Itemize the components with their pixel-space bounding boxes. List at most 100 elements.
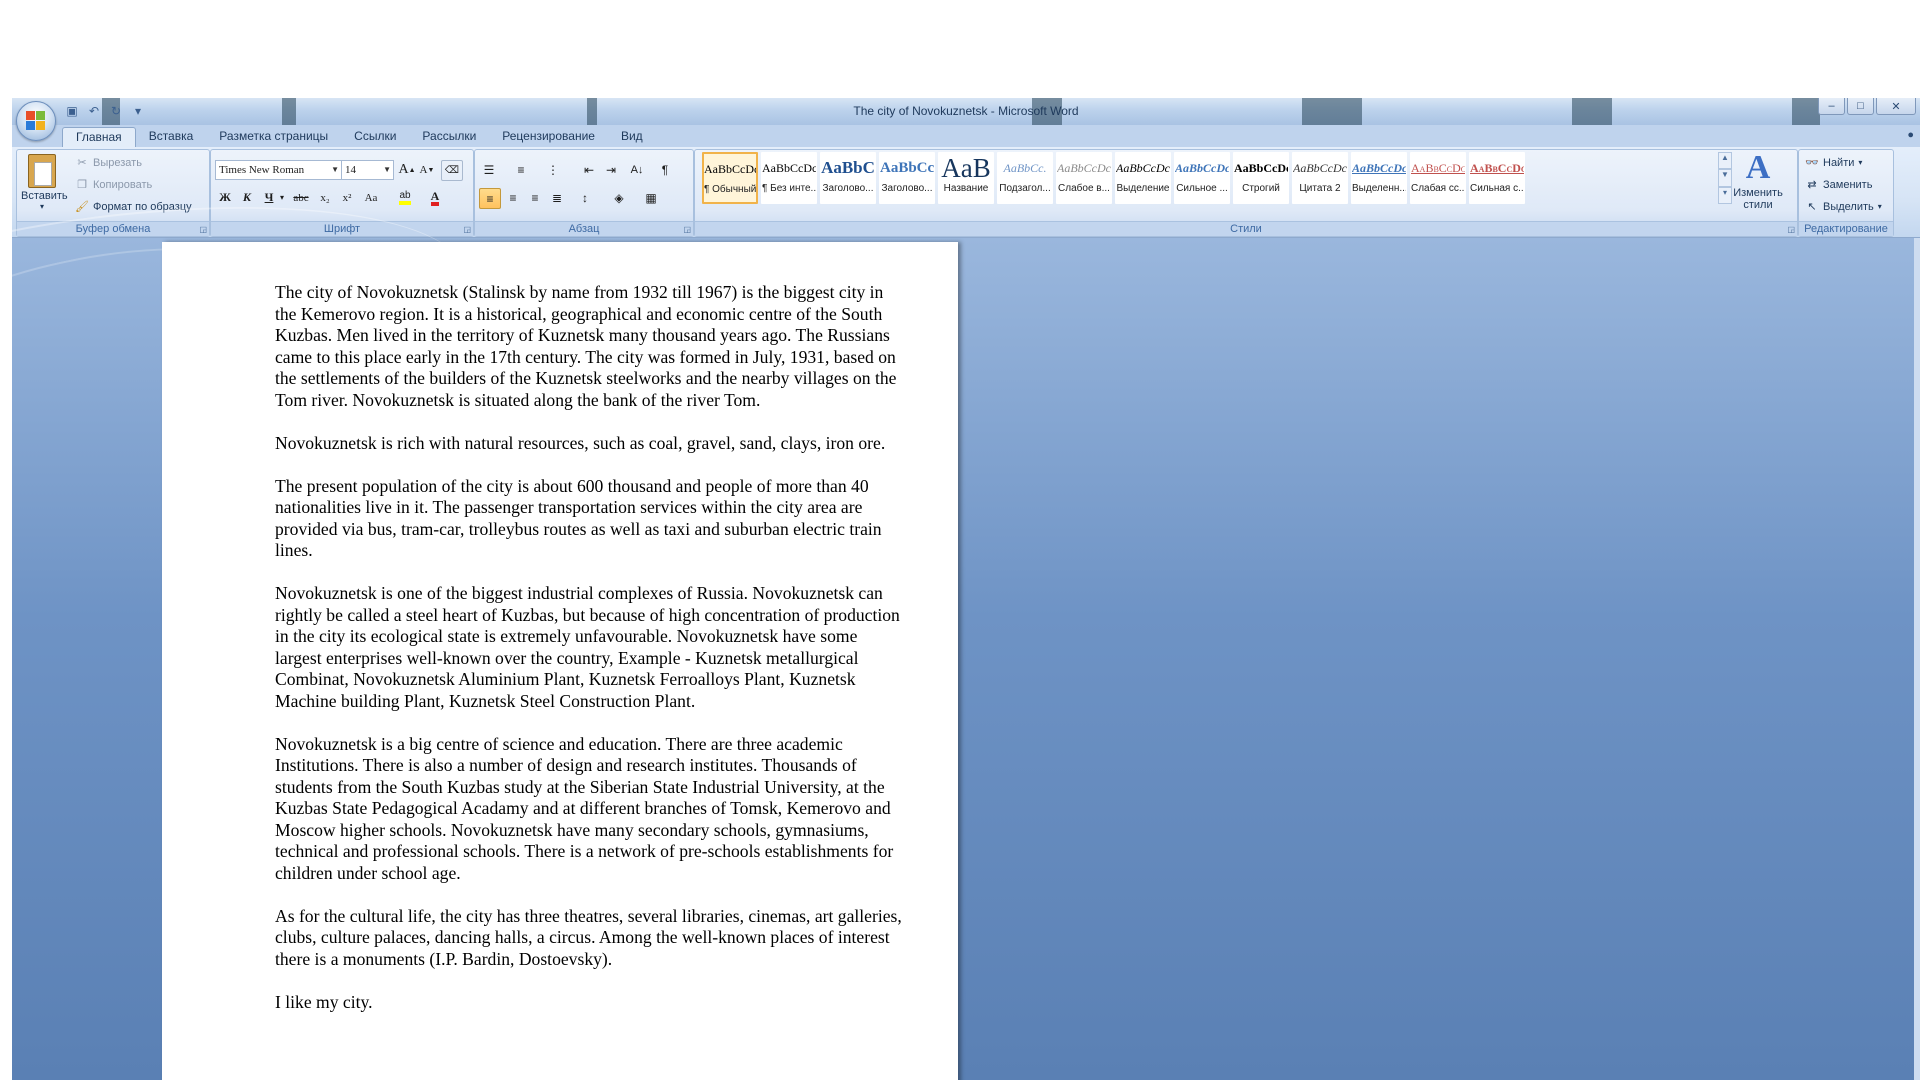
eraser-icon: ⌫	[444, 165, 460, 176]
italic-button[interactable]: К	[237, 188, 257, 207]
shrink-font-button[interactable]: A ▼	[417, 160, 437, 179]
style-preview: AaBbCcDc	[1057, 161, 1111, 175]
styles-gallery: AaBbCcDc ¶ Обычный AaBbCcDc ¶ Без инте..…	[702, 152, 1712, 208]
find-button[interactable]: 👓 Найти ▾	[1805, 156, 1862, 170]
style-name: ¶ Обычный	[704, 184, 756, 195]
borders-icon[interactable]: ▦	[641, 188, 661, 207]
styles-group-label: Стили	[695, 221, 1797, 236]
paragraph[interactable]: Novokuznetsk is a big centre of science …	[275, 734, 905, 885]
copy-button[interactable]: ❐ Копировать	[75, 178, 153, 192]
paragraph[interactable]: The city of Novokuznetsk (Stalinsk by na…	[275, 282, 905, 411]
style-title[interactable]: AaB Название	[938, 152, 994, 204]
font-size-select[interactable]: 14 ▼	[341, 160, 394, 180]
grow-font-label: A	[398, 161, 409, 177]
replace-button[interactable]: ⇄ Заменить	[1805, 178, 1873, 192]
font-launcher-icon[interactable]: ◲	[463, 225, 471, 234]
highlighter-icon: ab	[399, 190, 411, 205]
style-intense-emphasis[interactable]: AaBbCcDc Сильное ...	[1174, 152, 1230, 204]
copy-label: Копировать	[93, 178, 153, 191]
font-color-button[interactable]: A	[425, 188, 445, 207]
change-case-button[interactable]: Aa	[361, 188, 381, 207]
style-heading-2[interactable]: AaBbCc Заголово...	[879, 152, 935, 204]
increase-indent-icon[interactable]: ⇥	[601, 160, 621, 179]
style-preview: AaBbCcDc	[1175, 161, 1229, 175]
highlight-button[interactable]: ab	[395, 188, 415, 207]
strikethrough-button[interactable]: abc	[291, 188, 311, 207]
paragraph-group-label: Абзац	[475, 221, 693, 236]
paragraph-group: ☰ ≡ ⋮ ⇤ ⇥ A↓ ¶ ≡ ≡ ≡ ≣ ↕ ◈ ▦ Абзац ◲	[474, 149, 694, 237]
subscript-button[interactable]: x₂	[315, 188, 335, 207]
tab-page-layout[interactable]: Разметка страницы	[206, 127, 341, 147]
ribbon-tabs-bar: Главная Вставка Разметка страницы Ссылки…	[12, 125, 1920, 148]
style-subtle-emphasis[interactable]: AaBbCcDc Слабое в...	[1056, 152, 1112, 204]
find-label: Найти	[1823, 156, 1855, 169]
align-left-icon[interactable]: ≡	[479, 188, 501, 209]
maximize-button[interactable]: □	[1847, 98, 1874, 115]
style-emphasis[interactable]: AaBbCcDc Выделение	[1115, 152, 1171, 204]
cut-button[interactable]: ✂ Вырезать	[75, 156, 142, 170]
close-button[interactable]: ✕	[1876, 98, 1916, 115]
shading-icon[interactable]: ◈	[609, 188, 629, 207]
style-name: Заголово...	[822, 183, 874, 194]
grow-font-button[interactable]: A ▲	[397, 160, 417, 179]
change-styles-button[interactable]: A Изменить стили	[1728, 149, 1788, 211]
style-name: Слабое в...	[1058, 183, 1110, 194]
tab-insert[interactable]: Вставка	[136, 127, 207, 147]
style-normal[interactable]: AaBbCcDc ¶ Обычный	[702, 152, 758, 204]
justify-icon[interactable]: ≣	[547, 188, 567, 207]
tab-references[interactable]: Ссылки	[341, 127, 409, 147]
paragraph[interactable]: Novokuznetsk is rich with natural resour…	[275, 433, 905, 455]
multilevel-list-icon[interactable]: ⋮	[543, 160, 563, 179]
paragraph[interactable]: Novokuznetsk is one of the biggest indus…	[275, 583, 905, 712]
vertical-scrollbar[interactable]	[1914, 238, 1920, 1080]
style-subtle-reference[interactable]: AaBbCcDc Слабая сс...	[1410, 152, 1466, 204]
align-center-icon[interactable]: ≡	[503, 188, 523, 207]
line-spacing-icon[interactable]: ↕	[575, 188, 595, 207]
underline-button[interactable]: Ч	[259, 188, 279, 207]
tab-view[interactable]: Вид	[608, 127, 656, 147]
paragraph[interactable]: The present population of the city is ab…	[275, 476, 905, 562]
style-name: Заголово...	[881, 183, 933, 194]
align-right-icon[interactable]: ≡	[525, 188, 545, 207]
superscript-button[interactable]: x²	[337, 188, 357, 207]
tab-mailings[interactable]: Рассылки	[409, 127, 489, 147]
tab-home[interactable]: Главная	[62, 127, 136, 148]
underline-dropdown-icon[interactable]: ▾	[277, 188, 287, 207]
style-preview: AaBbCcDc	[1352, 161, 1406, 175]
pilcrow-icon[interactable]: ¶	[655, 160, 675, 179]
style-preview: AaB	[941, 153, 991, 183]
style-no-spacing[interactable]: AaBbCcDc ¶ Без инте...	[761, 152, 817, 204]
style-heading-1[interactable]: AaBbC Заголово...	[820, 152, 876, 204]
paragraph[interactable]: I like my city.	[275, 992, 905, 1014]
style-strong[interactable]: AaBbCcDc Строгий	[1233, 152, 1289, 204]
tab-review[interactable]: Рецензирование	[489, 127, 608, 147]
style-subtitle[interactable]: AaBbCc. Подзагол...	[997, 152, 1053, 204]
decrease-indent-icon[interactable]: ⇤	[579, 160, 599, 179]
bullets-icon[interactable]: ☰	[479, 160, 499, 179]
sort-icon[interactable]: A↓	[627, 160, 647, 179]
font-color-icon: A	[430, 190, 440, 206]
paste-button[interactable]: Вставить ▾	[21, 152, 68, 216]
paragraph-launcher-icon[interactable]: ◲	[683, 225, 691, 234]
replace-label: Заменить	[1823, 178, 1873, 191]
style-preview: AaBbCcDc	[762, 161, 816, 175]
minimize-button[interactable]: –	[1818, 98, 1845, 115]
clear-format-button[interactable]: ⌫	[441, 160, 463, 181]
document-body[interactable]: The city of Novokuznetsk (Stalinsk by na…	[275, 282, 905, 1035]
style-intense-reference[interactable]: AaBbCcDc Сильная с...	[1469, 152, 1525, 204]
styles-launcher-icon[interactable]: ◲	[1787, 225, 1795, 234]
paintbrush-icon: 🖌	[75, 201, 89, 213]
numbering-icon[interactable]: ≡	[511, 160, 531, 179]
select-button[interactable]: ↖ Выделить ▾	[1805, 200, 1881, 214]
style-quote-2[interactable]: AaBbCcDc Цитата 2	[1292, 152, 1348, 204]
office-button[interactable]	[16, 101, 56, 141]
style-preview: AaBbCcDc	[704, 162, 756, 176]
style-name: Выделение	[1116, 183, 1170, 194]
style-intense-quote[interactable]: AaBbCcDc Выделенн...	[1351, 152, 1407, 204]
paragraph[interactable]: As for the cultural life, the city has t…	[275, 906, 905, 971]
style-preview: AaBbCcDc	[1234, 161, 1288, 175]
font-name-select[interactable]: Times New Roman ▼	[215, 160, 342, 180]
bold-button[interactable]: Ж	[215, 188, 235, 207]
help-icon[interactable]: ●	[1907, 129, 1914, 141]
document-page[interactable]: The city of Novokuznetsk (Stalinsk by na…	[162, 242, 958, 1080]
